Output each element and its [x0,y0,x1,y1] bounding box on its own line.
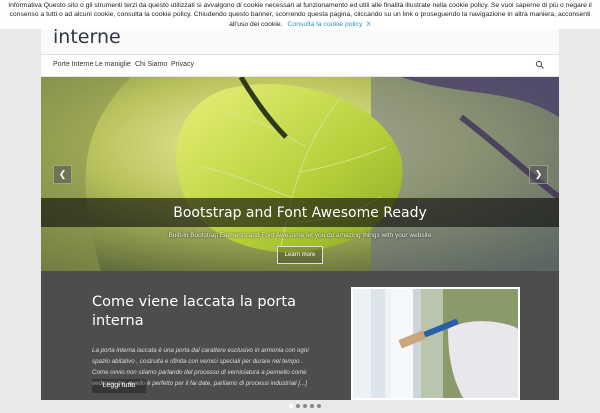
pagination-dot[interactable] [303,404,307,408]
hero-leaf-image [41,77,559,271]
pagination-dot[interactable] [289,404,293,408]
nav-item-privacy[interactable]: Privacy [171,61,194,68]
site-title[interactable]: interne [53,26,121,48]
nav-item-chi-siamo[interactable]: Chi Siamo [135,61,167,68]
cookie-policy-link[interactable]: Consulta la cookie policy [288,21,363,28]
cookie-close-button[interactable]: X [366,21,371,28]
nav-item-le-maniglie[interactable]: Le maniglie [95,61,131,68]
slider-text: Built-in Bootstrap Elements and Font Awe… [168,232,432,239]
cookie-banner: Informativa Questo sito o gli strumenti … [0,0,600,29]
main-navigation: Porte Interne Le maniglie Chi Siamo Priv… [41,55,559,77]
slider-prev-button[interactable]: ❮ [53,165,72,184]
featured-post: Come viene laccata la porta interna La p… [41,271,559,408]
slider-pagination [289,395,324,408]
pagination-dot[interactable] [296,404,300,408]
slider-title: Bootstrap and Font Awesome Ready [173,205,427,221]
post-title[interactable]: Come viene laccata la porta interna [92,293,312,331]
nav-item-porte-interne[interactable]: Porte Interne [53,61,93,68]
search-icon[interactable] [535,60,545,70]
post-thumbnail[interactable] [351,287,520,400]
painting-door-image [353,289,518,398]
pagination-dot[interactable] [310,404,314,408]
slider-next-button[interactable]: ❯ [529,165,548,184]
pagination-dot[interactable] [317,404,321,408]
read-more-button[interactable]: Leggi tutto [92,379,146,393]
learn-more-button[interactable]: Learn more [277,246,323,264]
page-container: interne Porte Interne Le maniglie Chi Si… [41,0,559,408]
hero-slider: ❮ ❯ Bootstrap and Font Awesome Ready Bui… [41,77,559,271]
